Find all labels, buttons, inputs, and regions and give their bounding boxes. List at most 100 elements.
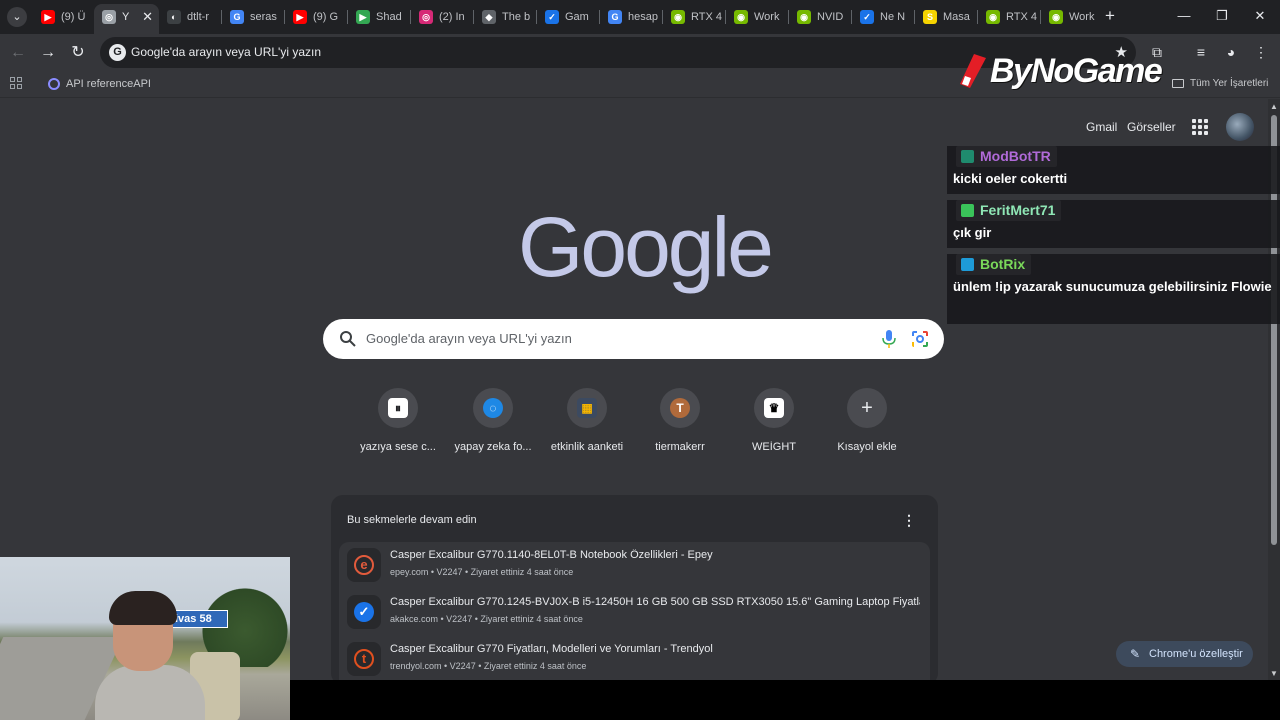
continue-tab-meta: epey.com • V2247 • Ziyaret ettiniz 4 saa… [390, 567, 574, 577]
scroll-up-icon[interactable]: ▲ [1270, 102, 1278, 111]
tab-5[interactable]: ▶ Shad [348, 4, 407, 30]
restore-button[interactable]: ❐ [1212, 6, 1232, 26]
chat-message: FeritMert71 çık gir [947, 200, 1280, 248]
shortcut-label: etkinlik aanketi [550, 441, 624, 453]
continue-tabs-header: Bu sekmelerle devam edin [347, 514, 477, 526]
crown-icon: ♛ [764, 398, 784, 418]
close-tab-icon[interactable]: ✕ [142, 4, 153, 30]
continue-tab-meta: akakce.com • V2247 • Ziyaret ettiniz 4 s… [390, 614, 583, 624]
google-apps-icon[interactable] [1192, 119, 1208, 135]
swirl-icon: ◌ [483, 398, 503, 418]
tab-title: RTX 4 [691, 11, 722, 23]
menu-icon[interactable]: ⋮ [1251, 42, 1271, 62]
profile-icon[interactable]: ◕ [1221, 42, 1241, 62]
chat-badge-icon [961, 204, 974, 217]
shortcut-label: yapay zeka fo... [454, 441, 532, 453]
play-store-icon: ▶ [356, 10, 370, 24]
more-options-icon[interactable]: ⋮ [902, 512, 916, 529]
tab-0[interactable]: ▶ (9) Ü [33, 4, 92, 30]
tab-title: Gam [565, 11, 589, 23]
shortcut-tile[interactable]: Ttiermakerr [632, 386, 728, 466]
tab-9[interactable]: Ghesap [600, 4, 659, 30]
bynogame-wordmark: ByNoGame [990, 52, 1163, 90]
shortcut-tile[interactable]: + Kısayol ekle [819, 386, 915, 466]
scroll-down-icon[interactable]: ▼ [1270, 669, 1278, 678]
continue-tabs-card: Bu sekmelerle devam edin ⋮ e Casper Excal… [331, 495, 938, 692]
continue-tab-row[interactable]: e Casper Excalibur G770.1140-8EL0T-B Note… [339, 542, 930, 589]
continue-tab-row[interactable]: ✓ Casper Excalibur G770.1245-BVJ0X-B i5-1… [339, 589, 930, 636]
site-icon: ◐ [167, 10, 181, 24]
tab-16[interactable]: ◉ Work [1041, 4, 1100, 30]
tab-14[interactable]: S Masa [915, 4, 974, 30]
tab-title: Y [122, 11, 130, 23]
apps-grid-icon[interactable] [10, 77, 23, 90]
google-logo: Google [518, 200, 774, 294]
shortcut-tile[interactable]: ◌ yapay zeka fo... [445, 386, 541, 466]
tab-8[interactable]: ✓ Gam [537, 4, 596, 30]
customize-chrome-button[interactable]: ✎ Chrome'u özelleştir [1116, 641, 1253, 667]
customize-chrome-label: Chrome'u özelleştir [1149, 648, 1243, 660]
all-bookmarks-button[interactable]: Tüm Yer İşaretleri [1172, 71, 1268, 97]
plus-icon: + [861, 397, 873, 419]
tab-2[interactable]: ◐ dtlt-r [159, 4, 218, 30]
continue-tab-row[interactable]: t Casper Excalibur G770 Fiyatları, Modell… [339, 636, 930, 683]
search-placeholder: Google'da arayın veya URL'yi yazın [366, 331, 572, 346]
epey-icon: e [347, 548, 381, 582]
forward-button[interactable]: → [37, 42, 59, 64]
search-icon [340, 331, 356, 347]
continue-tab-title: Casper Excalibur G770.1245-BVJ0X-B i5-12… [390, 596, 920, 608]
nvidia-icon: ◉ [671, 10, 685, 24]
close-window-button[interactable]: ✕ [1250, 6, 1270, 26]
reload-button[interactable]: ↻ [67, 42, 89, 64]
shortcut-tile[interactable]: ⏸ yazıya sese c... [350, 386, 446, 466]
tab-10[interactable]: ◉ RTX 4 [663, 4, 722, 30]
tab-11[interactable]: ◉ Work [726, 4, 785, 30]
media-controls-icon[interactable]: ≡ [1191, 42, 1211, 62]
tab-search-button[interactable]: ⌄ [7, 7, 27, 27]
gmail-link[interactable]: Gmail [1086, 120, 1117, 134]
nvidia-icon: ◉ [1049, 10, 1063, 24]
back-button[interactable]: ← [7, 42, 29, 64]
shortcut-label: WEİGHT [752, 441, 796, 453]
tab-12[interactable]: ◉ NVID [789, 4, 848, 30]
streamer-image [95, 587, 215, 720]
shortcut-tile[interactable]: ♛ WEİGHT [726, 386, 822, 466]
shortcut-tile[interactable]: ▦ etkinlik aanketi [539, 386, 635, 466]
continue-tab-title: Casper Excalibur G770.1140-8EL0T-B Noteb… [390, 549, 713, 561]
google-icon: G [608, 10, 622, 24]
tab-title: dtlt-r [187, 11, 209, 23]
tab-13[interactable]: ✓ Ne N [852, 4, 911, 30]
account-avatar[interactable] [1226, 113, 1254, 141]
bookmark-api-reference[interactable]: API referenceAPI [48, 71, 151, 97]
tab-3[interactable]: Gseras [222, 4, 281, 30]
chat-badge-icon [961, 150, 974, 163]
trendyol-icon: t [347, 642, 381, 676]
akakce-icon: ✓ [545, 10, 559, 24]
bookmark-label: API referenceAPI [66, 78, 151, 90]
nvidia-icon: ◉ [734, 10, 748, 24]
tab-7[interactable]: ◆ The b [474, 4, 533, 30]
tab-1[interactable]: ◎ Y ✕ [94, 4, 159, 34]
tab-title: seras [250, 11, 277, 23]
reload-icon: ↻ [71, 44, 85, 61]
forms-icon: ▦ [577, 398, 597, 418]
instagram-icon: ◎ [419, 10, 433, 24]
tab-4[interactable]: ▶ (9) G [285, 4, 344, 30]
tab-title: Ne N [880, 11, 906, 23]
plus-icon: + [1105, 6, 1115, 25]
google-lens-icon[interactable] [911, 330, 929, 348]
minimize-button[interactable]: — [1174, 6, 1194, 26]
search-box[interactable]: Google'da arayın veya URL'yi yazın [323, 319, 944, 359]
site-icon: ◆ [482, 10, 496, 24]
microphone-icon[interactable] [882, 330, 896, 348]
tab-15[interactable]: ◉ RTX 4 [978, 4, 1037, 30]
tab-6[interactable]: ◎ (2) In [411, 4, 470, 30]
images-link[interactable]: Görseller [1127, 120, 1176, 134]
tab-title: Work [754, 11, 780, 23]
new-tab-button[interactable]: + [1101, 6, 1119, 26]
shortcut-label: yazıya sese c... [360, 441, 436, 453]
pause-icon: ⏸ [388, 398, 408, 418]
chat-username-tag: BotRix [956, 254, 1032, 275]
tab-title: The b [502, 11, 531, 23]
chat-username-tag: FeritMert71 [956, 200, 1062, 221]
